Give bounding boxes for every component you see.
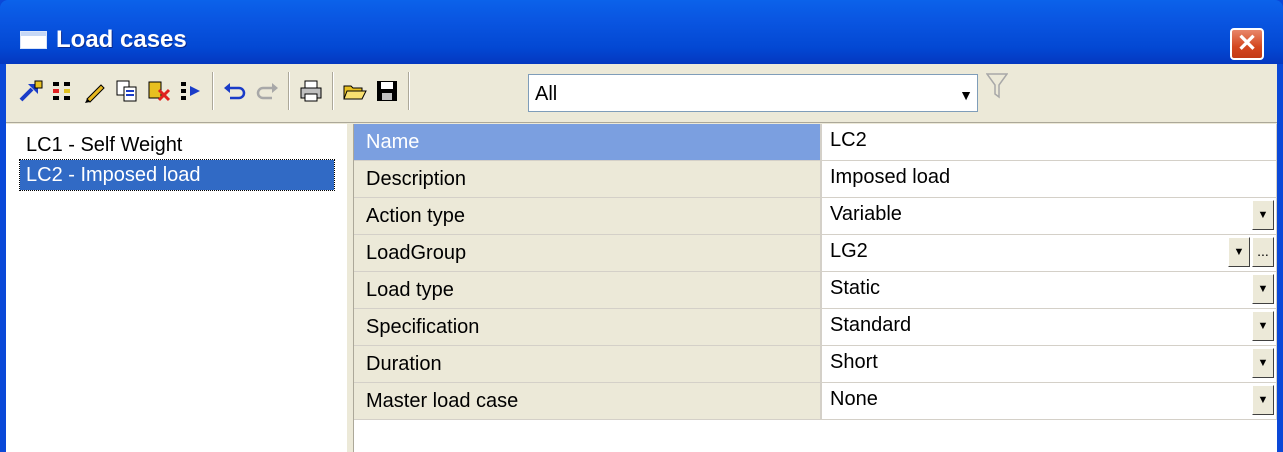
- delete-icon: [148, 81, 171, 102]
- load-type-select[interactable]: Static ▼: [822, 272, 1277, 309]
- splitter[interactable]: [346, 124, 354, 452]
- chevron-down-icon[interactable]: ▼: [1252, 274, 1274, 304]
- edit-button[interactable]: [80, 74, 110, 108]
- window-icon: [20, 31, 47, 49]
- delete-button[interactable]: [144, 74, 174, 108]
- property-value: Short: [830, 351, 878, 373]
- insert-icon: [53, 82, 70, 100]
- property-value: Variable: [830, 203, 902, 225]
- filter-icon[interactable]: [985, 72, 1009, 107]
- property-label: Duration: [354, 346, 822, 383]
- property-row-load-type[interactable]: Load type Static ▼: [354, 272, 1277, 309]
- undo-icon: [224, 83, 246, 100]
- property-row-description[interactable]: Description Imposed load: [354, 161, 1277, 198]
- copy-button[interactable]: [112, 74, 142, 108]
- filter-value: All: [535, 83, 558, 105]
- save-button[interactable]: [372, 74, 402, 108]
- action-type-select[interactable]: Variable ▼: [822, 198, 1277, 235]
- toolbar-separator: [288, 72, 290, 110]
- property-row-duration[interactable]: Duration Short ▼: [354, 346, 1277, 383]
- property-label: Master load case: [354, 383, 822, 420]
- load-case-list: LC1 - Self Weight LC2 - Imposed load: [6, 124, 347, 452]
- duration-select[interactable]: Short ▼: [822, 346, 1277, 383]
- list-item[interactable]: LC1 - Self Weight: [20, 130, 188, 160]
- ellipsis-button[interactable]: ...: [1252, 237, 1274, 267]
- chevron-down-icon[interactable]: ▼: [1252, 311, 1274, 341]
- save-icon: [377, 81, 397, 101]
- list-item-selected[interactable]: LC2 - Imposed load: [19, 159, 335, 191]
- property-row-loadgroup[interactable]: LoadGroup LG2 ▼ ...: [354, 235, 1277, 272]
- chevron-down-icon[interactable]: ▼: [1252, 385, 1274, 415]
- open-icon: [343, 85, 367, 100]
- toolbar-separator: [212, 72, 214, 110]
- undo-button[interactable]: [220, 74, 250, 108]
- property-value: LG2: [830, 240, 868, 262]
- property-row-name[interactable]: Name LC2: [354, 124, 1277, 161]
- master-load-case-select[interactable]: None ▼: [822, 383, 1277, 420]
- client-area: All ▼ LC1 - Self Weight LC2 - Imposed lo…: [6, 64, 1277, 452]
- name-field[interactable]: LC2: [822, 124, 1277, 161]
- toolbar-separator: [332, 72, 334, 110]
- toolbar-separator: [408, 72, 410, 110]
- title-bar[interactable]: Load cases ✕: [0, 0, 1283, 64]
- load-cases-window: Load cases ✕ All ▼ LC1 - Self Weight LC2…: [0, 0, 1283, 452]
- specification-select[interactable]: Standard ▼: [822, 309, 1277, 346]
- property-label: Specification: [354, 309, 822, 346]
- property-value: None: [830, 388, 878, 410]
- window-title: Load cases: [56, 26, 187, 53]
- open-button[interactable]: [340, 74, 370, 108]
- filter-combobox[interactable]: All ▼: [528, 74, 978, 112]
- property-label: LoadGroup: [354, 235, 822, 272]
- print-button[interactable]: [296, 74, 326, 108]
- property-grid: Name LC2 Description Imposed load Action…: [354, 124, 1277, 452]
- description-field[interactable]: Imposed load: [822, 161, 1277, 198]
- property-value: Standard: [830, 314, 912, 336]
- property-row-master-load-case[interactable]: Master load case None ▼: [354, 383, 1277, 420]
- move-button[interactable]: [176, 74, 206, 108]
- property-label: Load type: [354, 272, 822, 309]
- property-label: Description: [354, 161, 822, 198]
- chevron-down-icon[interactable]: ▼: [1252, 348, 1274, 378]
- property-row-action-type[interactable]: Action type Variable ▼: [354, 198, 1277, 235]
- copy-icon: [116, 80, 137, 102]
- property-label: Action type: [354, 198, 822, 235]
- property-value: Static: [830, 277, 881, 299]
- close-button[interactable]: ✕: [1230, 28, 1264, 60]
- chevron-down-icon[interactable]: ▼: [1252, 200, 1274, 230]
- redo-icon: [256, 83, 278, 100]
- property-label: Name: [354, 124, 822, 161]
- new-load-case-button[interactable]: [16, 74, 46, 108]
- loadgroup-select[interactable]: LG2 ▼ ...: [822, 235, 1277, 272]
- close-icon: ✕: [1236, 30, 1258, 57]
- property-row-specification[interactable]: Specification Standard ▼: [354, 309, 1277, 346]
- insert-button[interactable]: [48, 74, 78, 108]
- edit-icon: [85, 84, 105, 103]
- toolbar: All ▼: [6, 64, 1277, 123]
- chevron-down-icon[interactable]: ▼: [959, 87, 973, 103]
- move-icon: [181, 82, 200, 100]
- new-load-case-icon: [19, 80, 43, 102]
- redo-button[interactable]: [252, 74, 282, 108]
- chevron-down-icon[interactable]: ▼: [1228, 237, 1250, 267]
- print-icon: [300, 80, 322, 102]
